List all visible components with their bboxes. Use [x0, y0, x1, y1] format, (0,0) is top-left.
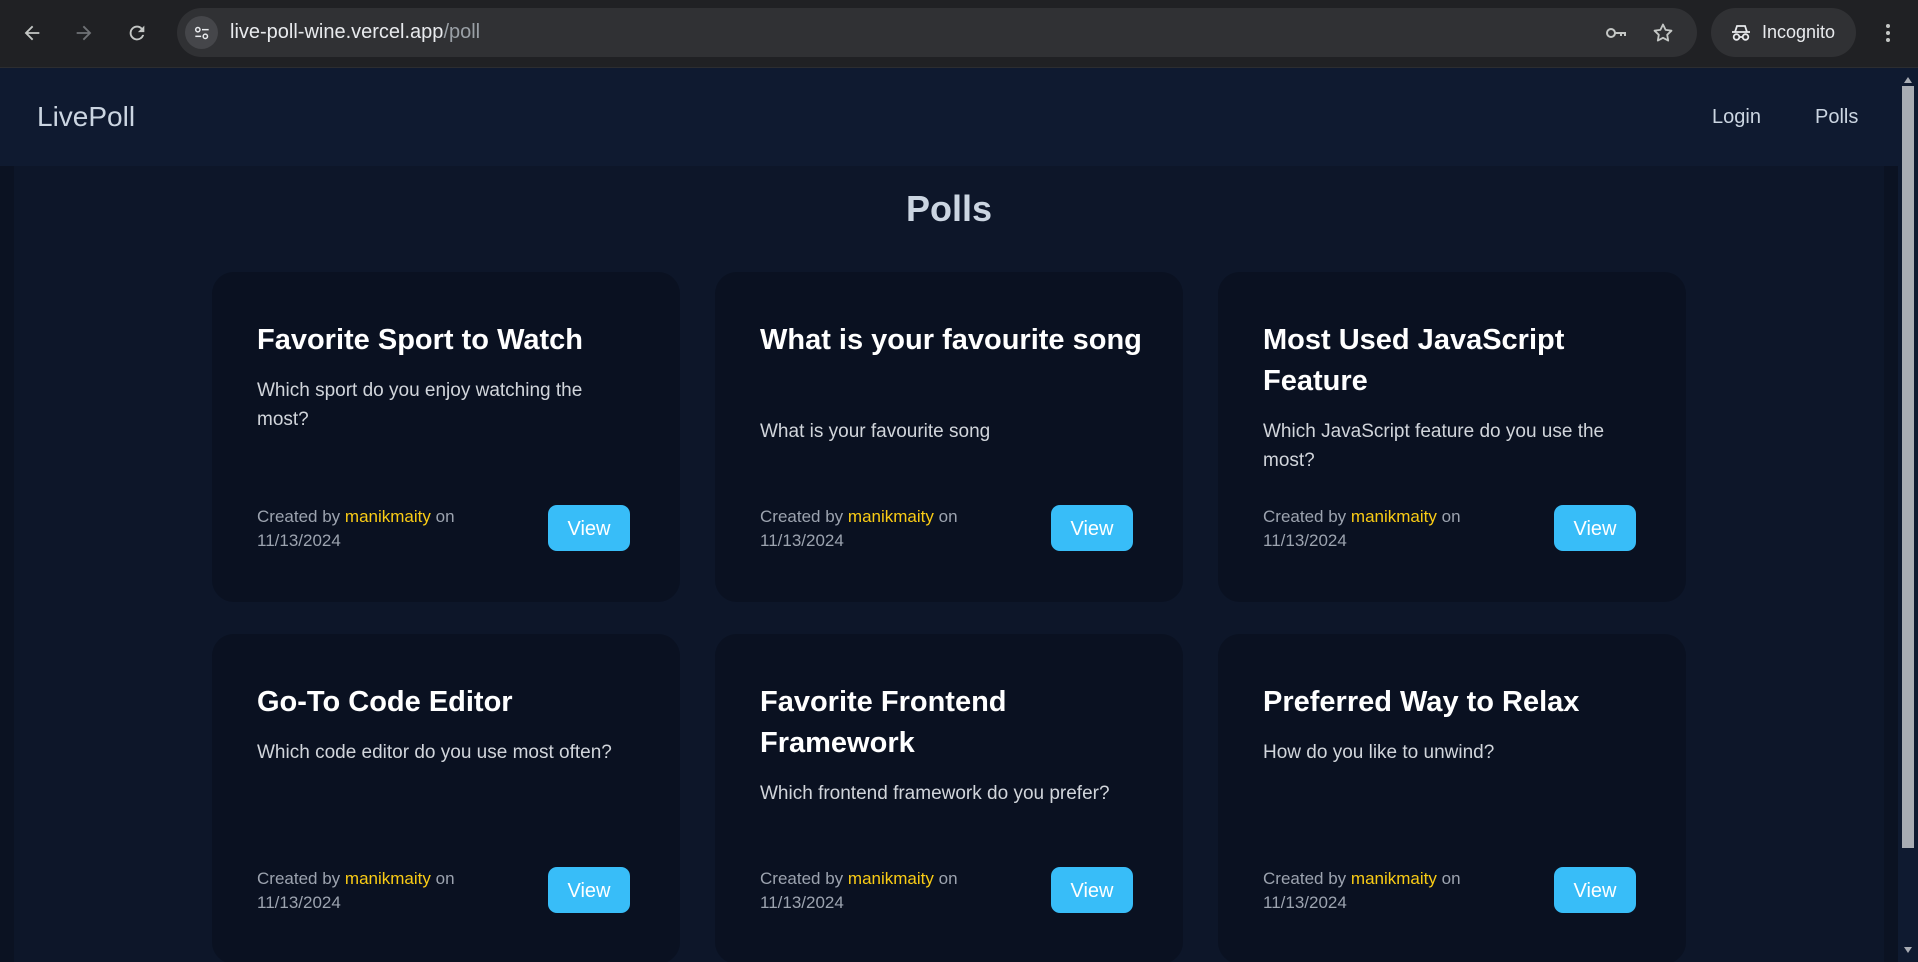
poll-title: Favorite Sport to Watch	[257, 324, 583, 356]
nav-polls-link[interactable]: Polls	[1815, 68, 1858, 166]
brand-logo[interactable]: LivePoll	[37, 68, 135, 166]
poll-description: Which JavaScript feature do you use the …	[1263, 421, 1605, 471]
url-text[interactable]: live-poll-wine.vercel.app/poll	[230, 8, 480, 57]
page-scrollbar[interactable]	[1898, 68, 1918, 962]
view-poll-button[interactable]: View	[548, 867, 630, 913]
browser-menu-button[interactable]	[1873, 17, 1903, 49]
star-icon	[1653, 23, 1673, 42]
poll-meta: Created by manikmaity on 11/13/2024	[257, 867, 487, 915]
created-by-label: Created by	[257, 507, 341, 526]
site-header: LivePoll Login Polls	[0, 68, 1898, 166]
poll-description: Which sport do you enjoy watching the mo…	[257, 380, 583, 430]
poll-description: Which code editor do you use most often?	[257, 742, 612, 763]
poll-card: Favorite Sport to Watch Which sport do y…	[212, 272, 680, 602]
poll-title: Favorite Frontend Framework	[760, 686, 1007, 759]
poll-title: Most Used JavaScript Feature	[1263, 324, 1565, 397]
kebab-menu-icon	[1886, 24, 1890, 42]
arrow-right-icon	[76, 25, 92, 41]
poll-title: What is your favourite song	[760, 324, 1142, 356]
reload-button[interactable]	[121, 17, 153, 49]
scroll-down-arrow-icon[interactable]	[1902, 944, 1914, 956]
created-on-label: on	[938, 869, 958, 888]
incognito-indicator[interactable]: Incognito	[1711, 8, 1856, 57]
poll-date: 11/13/2024	[760, 893, 844, 912]
url-host: live-poll-wine.vercel.app	[230, 21, 444, 43]
poll-author: manikmaity	[847, 869, 934, 888]
poll-meta: Created by manikmaity on 11/13/2024	[257, 505, 487, 553]
view-poll-button[interactable]: View	[1554, 867, 1636, 913]
arrow-left-icon	[24, 25, 40, 41]
poll-title: Go-To Code Editor	[257, 686, 513, 718]
poll-date: 11/13/2024	[257, 893, 341, 912]
created-by-label: Created by	[1263, 869, 1347, 888]
incognito-icon	[1732, 24, 1750, 41]
created-on-label: on	[938, 507, 958, 526]
poll-author: manikmaity	[1350, 507, 1437, 526]
poll-description: What is your favourite song	[760, 421, 991, 442]
scroll-up-arrow-icon[interactable]	[1902, 74, 1914, 86]
poll-author: manikmaity	[847, 507, 934, 526]
key-icon	[1606, 28, 1626, 38]
view-poll-button[interactable]: View	[1051, 867, 1133, 913]
url-path: /poll	[443, 21, 481, 43]
poll-author: manikmaity	[344, 507, 431, 526]
password-button[interactable]	[1603, 20, 1629, 46]
page-title: Polls	[905, 188, 993, 229]
poll-author: manikmaity	[344, 869, 431, 888]
incognito-label: Incognito	[1762, 22, 1836, 42]
poll-meta: Created by manikmaity on 11/13/2024	[760, 505, 990, 553]
created-by-label: Created by	[760, 869, 844, 888]
forward-button[interactable]	[68, 17, 100, 49]
created-on-label: on	[435, 869, 455, 888]
poll-meta: Created by manikmaity on 11/13/2024	[760, 867, 990, 915]
created-by-label: Created by	[257, 869, 341, 888]
tune-icon	[194, 26, 209, 39]
browser-toolbar: live-poll-wine.vercel.app/poll Incognito	[0, 0, 1918, 68]
created-on-label: on	[435, 507, 455, 526]
poll-card: Favorite Frontend Framework Which fronte…	[715, 634, 1183, 962]
nav-login-link[interactable]: Login	[1712, 68, 1761, 166]
page-viewport: LivePoll Login Polls Polls Favorite Spor…	[0, 68, 1898, 962]
scroll-thumb[interactable]	[1902, 86, 1914, 848]
poll-meta: Created by manikmaity on 11/13/2024	[1263, 505, 1493, 553]
created-on-label: on	[1441, 507, 1461, 526]
poll-date: 11/13/2024	[1263, 531, 1347, 550]
view-poll-button[interactable]: View	[548, 505, 630, 551]
view-poll-button[interactable]: View	[1051, 505, 1133, 551]
view-poll-button[interactable]: View	[1554, 505, 1636, 551]
back-button[interactable]	[16, 17, 48, 49]
poll-date: 11/13/2024	[257, 531, 341, 550]
poll-card: What is your favourite song What is your…	[715, 272, 1183, 602]
created-on-label: on	[1441, 869, 1461, 888]
poll-description: How do you like to unwind?	[1263, 742, 1495, 763]
poll-title: Preferred Way to Relax	[1263, 686, 1580, 718]
poll-card: Go-To Code Editor Which code editor do y…	[212, 634, 680, 962]
poll-meta: Created by manikmaity on 11/13/2024	[1263, 867, 1493, 915]
poll-card: Most Used JavaScript Feature Which JavaS…	[1218, 272, 1686, 602]
poll-description: Which frontend framework do you prefer?	[760, 783, 1110, 804]
polls-section: Polls Favorite Sport to Watch Which spor…	[14, 166, 1884, 962]
poll-date: 11/13/2024	[760, 531, 844, 550]
address-bar[interactable]: live-poll-wine.vercel.app/poll	[177, 8, 1697, 57]
poll-date: 11/13/2024	[1263, 893, 1347, 912]
created-by-label: Created by	[1263, 507, 1347, 526]
site-info-button[interactable]	[185, 16, 218, 49]
bookmark-button[interactable]	[1650, 20, 1676, 46]
created-by-label: Created by	[760, 507, 844, 526]
poll-author: manikmaity	[1350, 869, 1437, 888]
poll-card: Preferred Way to Relax How do you like t…	[1218, 634, 1686, 962]
reload-icon	[129, 25, 145, 41]
